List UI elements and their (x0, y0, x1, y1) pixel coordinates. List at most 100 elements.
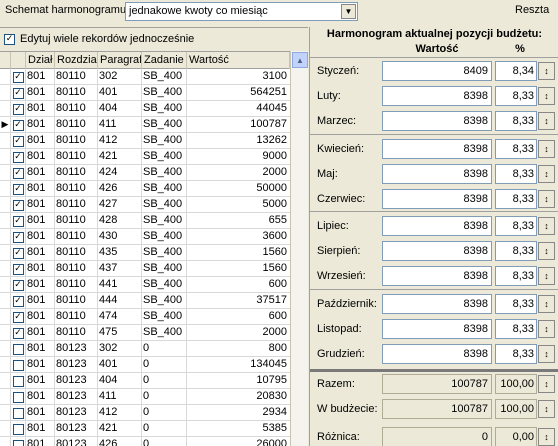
check-icon[interactable]: ✓ (12, 71, 24, 83)
multi-edit-check-icon[interactable]: ✓ (4, 33, 15, 45)
month-row-value-field[interactable]: 8398 (382, 86, 492, 106)
table-row[interactable]: ✓ 801 80110 444 SB_400 37517 (0, 293, 290, 309)
table-row[interactable]: ✓ 801 80110 475 SB_400 2000 (0, 325, 290, 341)
month-row-percent-field[interactable]: 8,33 (495, 86, 537, 106)
row-checkbox[interactable] (11, 437, 25, 446)
sort-arrows-icon[interactable]: ↕ (538, 428, 555, 446)
table-row[interactable]: 801 80123 404 0 10795 (0, 373, 290, 389)
sort-arrows-icon[interactable]: ↕ (538, 242, 555, 260)
table-row[interactable]: 801 80123 412 0 2934 (0, 405, 290, 421)
month-row-value-field[interactable]: 8398 (382, 241, 492, 261)
check-icon[interactable]: ✓ (12, 215, 24, 227)
row-checkbox[interactable]: ✓ (11, 85, 25, 101)
check-icon[interactable]: ✓ (12, 151, 24, 163)
row-checkbox[interactable] (11, 405, 25, 421)
table-row[interactable]: 801 80123 401 0 134045 (0, 357, 290, 373)
table-row[interactable]: ✓ 801 80110 474 SB_400 600 (0, 309, 290, 325)
empty-checkbox-icon[interactable] (12, 423, 24, 435)
row-checkbox[interactable]: ✓ (11, 229, 25, 245)
sort-arrows-icon[interactable]: ↕ (538, 112, 555, 130)
row-checkbox[interactable]: ✓ (11, 69, 25, 85)
month-row-percent-field[interactable]: 8,34 (495, 61, 537, 81)
row-checkbox[interactable]: ✓ (11, 197, 25, 213)
month-row-value-field[interactable]: 8398 (382, 294, 492, 314)
empty-checkbox-icon[interactable] (12, 391, 24, 403)
sort-arrows-icon[interactable]: ↕ (538, 345, 555, 363)
row-checkbox[interactable]: ✓ (11, 133, 25, 149)
sort-arrows-icon[interactable]: ↕ (538, 400, 555, 418)
row-checkbox[interactable]: ✓ (11, 261, 25, 277)
table-row[interactable]: 801 80123 421 0 5385 (0, 421, 290, 437)
row-checkbox[interactable] (11, 357, 25, 373)
table-row[interactable]: ✓ 801 80110 441 SB_400 600 (0, 277, 290, 293)
row-checkbox[interactable] (11, 421, 25, 437)
check-icon[interactable]: ✓ (12, 279, 24, 291)
table-row[interactable]: ▶ ✓ 801 80110 411 SB_400 100787 (0, 117, 290, 133)
header-rozdzial[interactable]: Rozdział (55, 52, 98, 69)
sort-arrows-icon[interactable]: ↕ (538, 87, 555, 105)
empty-checkbox-icon[interactable] (12, 407, 24, 419)
row-checkbox[interactable]: ✓ (11, 325, 25, 341)
row-checkbox[interactable]: ✓ (11, 181, 25, 197)
vertical-scrollbar[interactable]: ▲ (290, 51, 308, 446)
month-row-percent-field[interactable]: 8,33 (495, 344, 537, 364)
sort-arrows-icon[interactable]: ↕ (538, 62, 555, 80)
month-row-value-field[interactable]: 8398 (382, 216, 492, 236)
sort-arrows-icon[interactable]: ↕ (538, 320, 555, 338)
month-row-value-field[interactable]: 8398 (382, 344, 492, 364)
sort-arrows-icon[interactable]: ↕ (538, 375, 555, 393)
row-checkbox[interactable]: ✓ (11, 245, 25, 261)
month-row-percent-field[interactable]: 8,33 (495, 164, 537, 184)
month-row-value-field[interactable]: 8398 (382, 164, 492, 184)
check-icon[interactable]: ✓ (12, 87, 24, 99)
row-checkbox[interactable]: ✓ (11, 101, 25, 117)
month-row-value-field[interactable]: 8398 (382, 111, 492, 131)
month-row-percent-field[interactable]: 8,33 (495, 294, 537, 314)
check-icon[interactable]: ✓ (12, 119, 24, 131)
table-row[interactable]: ✓ 801 80110 435 SB_400 1560 (0, 245, 290, 261)
month-row-value-field[interactable]: 8398 (382, 189, 492, 209)
header-paragraf[interactable]: Paragraf (98, 52, 142, 69)
sort-arrows-icon[interactable]: ↕ (538, 165, 555, 183)
table-row[interactable]: ✓ 801 80110 424 SB_400 2000 (0, 165, 290, 181)
sort-arrows-icon[interactable]: ↕ (538, 140, 555, 158)
check-icon[interactable]: ✓ (12, 135, 24, 147)
month-row-percent-field[interactable]: 8,33 (495, 189, 537, 209)
check-icon[interactable]: ✓ (12, 327, 24, 339)
sort-arrows-icon[interactable]: ↕ (538, 267, 555, 285)
table-row[interactable]: ✓ 801 80110 404 SB_400 44045 (0, 101, 290, 117)
sort-arrows-icon[interactable]: ↕ (538, 295, 555, 313)
table-row[interactable]: ✓ 801 80110 437 SB_400 1560 (0, 261, 290, 277)
row-checkbox[interactable]: ✓ (11, 213, 25, 229)
check-icon[interactable]: ✓ (12, 263, 24, 275)
table-row[interactable]: ✓ 801 80110 421 SB_400 9000 (0, 149, 290, 165)
month-row-percent-field[interactable]: 8,33 (495, 216, 537, 236)
month-row-percent-field[interactable]: 8,33 (495, 139, 537, 159)
row-checkbox[interactable]: ✓ (11, 277, 25, 293)
row-checkbox[interactable]: ✓ (11, 117, 25, 133)
header-dzial[interactable]: Dział (26, 52, 55, 69)
check-icon[interactable]: ✓ (12, 247, 24, 259)
table-row[interactable]: 801 80123 302 0 800 (0, 341, 290, 357)
check-icon[interactable]: ✓ (12, 231, 24, 243)
month-row-value-field[interactable]: 8409 (382, 61, 492, 81)
empty-checkbox-icon[interactable] (12, 359, 24, 371)
schema-dropdown[interactable]: jednakowe kwoty co miesiąc ▼ (125, 2, 358, 21)
check-icon[interactable]: ✓ (12, 183, 24, 195)
row-checkbox[interactable]: ✓ (11, 293, 25, 309)
table-row[interactable]: 801 80123 411 0 20830 (0, 389, 290, 405)
row-checkbox[interactable] (11, 373, 25, 389)
check-icon[interactable]: ✓ (12, 167, 24, 179)
table-row[interactable]: ✓ 801 80110 427 SB_400 5000 (0, 197, 290, 213)
check-icon[interactable]: ✓ (12, 295, 24, 307)
table-row[interactable]: ✓ 801 80110 426 SB_400 50000 (0, 181, 290, 197)
header-zadanie[interactable]: Zadanie (142, 52, 187, 69)
multi-edit-checkbox[interactable]: ✓ Edytuj wiele rekordów jednocześnie (4, 33, 194, 45)
table-row[interactable]: ✓ 801 80110 401 SB_400 564251 (0, 85, 290, 101)
empty-checkbox-icon[interactable] (12, 343, 24, 355)
empty-checkbox-icon[interactable] (12, 439, 24, 446)
header-wartosc[interactable]: Wartość (187, 52, 290, 69)
row-checkbox[interactable] (11, 341, 25, 357)
table-row[interactable]: ✓ 801 80110 412 SB_400 13262 (0, 133, 290, 149)
month-row-percent-field[interactable]: 8,33 (495, 111, 537, 131)
